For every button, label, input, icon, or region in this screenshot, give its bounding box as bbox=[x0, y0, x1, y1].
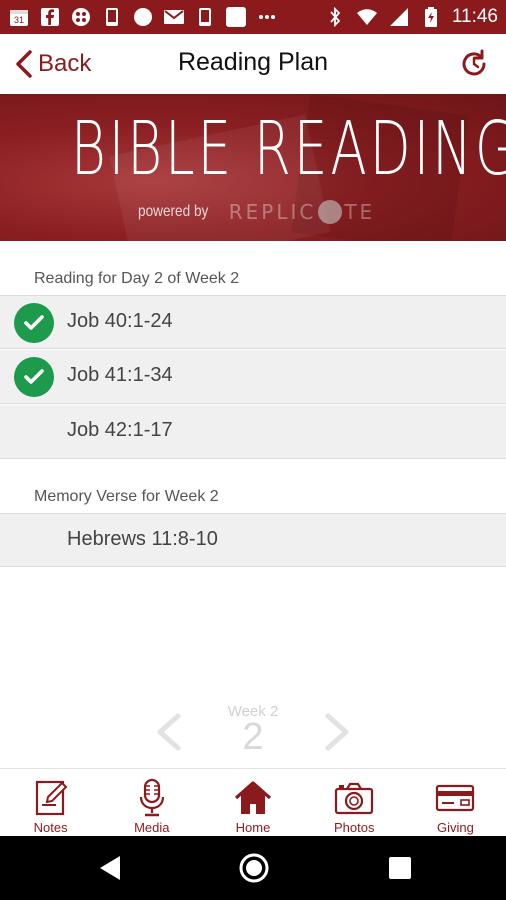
reading-item-label: Job 42:1-17 bbox=[67, 419, 173, 441]
tab-notes-label: Notes bbox=[33, 820, 68, 835]
banner-title: BIBLE READING bbox=[70, 106, 506, 192]
notes-icon bbox=[31, 778, 71, 818]
status-time: 11:46 bbox=[451, 6, 498, 27]
powered-by-replicate: powered by REPLIC TE bbox=[138, 200, 375, 224]
app-screen: 31 11:46 Back Reading Plan BIBLE READING… bbox=[0, 0, 506, 900]
reading-item[interactable]: Job 41:1-34 bbox=[0, 350, 506, 404]
battery-icon bbox=[420, 6, 442, 28]
more-icon bbox=[256, 6, 278, 28]
status-bar: 31 11:46 bbox=[0, 0, 506, 34]
memory-verse-label: Hebrews 11:8-10 bbox=[67, 528, 218, 550]
reading-section-header: Reading for Day 2 of Week 2 bbox=[34, 270, 240, 287]
home-icon bbox=[233, 778, 273, 818]
replicate-a-mark bbox=[318, 200, 343, 224]
system-icons: 11:46 bbox=[324, 6, 498, 28]
tab-home-label: Home bbox=[235, 820, 271, 835]
tab-media-label: Media bbox=[134, 820, 170, 835]
reading-item[interactable]: Job 40:1-24 bbox=[0, 295, 506, 349]
nav-home-button[interactable] bbox=[238, 852, 270, 884]
square-icon bbox=[225, 6, 247, 28]
replicate-text-end: TE bbox=[344, 200, 376, 224]
facebook-icon bbox=[39, 6, 61, 28]
phone-icon bbox=[101, 6, 123, 28]
tab-photos[interactable]: Photos bbox=[304, 769, 405, 836]
reading-item[interactable]: Job 42:1-17 bbox=[0, 405, 506, 459]
checkmark-icon bbox=[14, 357, 54, 397]
refresh-icon bbox=[462, 49, 486, 76]
refresh-button[interactable] bbox=[458, 48, 490, 80]
chevron-left-icon bbox=[157, 713, 181, 751]
tab-giving-label: Giving bbox=[436, 820, 474, 835]
page-title: Reading Plan bbox=[177, 48, 329, 76]
triangle-back-icon bbox=[100, 856, 120, 880]
system-nav-bar bbox=[0, 836, 506, 900]
credit-card-icon bbox=[435, 778, 475, 818]
mail-icon bbox=[163, 6, 185, 28]
memory-verse-item[interactable]: Hebrews 11:8-10 bbox=[0, 513, 506, 567]
app-icon bbox=[70, 6, 92, 28]
circle-icon bbox=[132, 6, 154, 28]
wifi-icon bbox=[356, 6, 378, 28]
app-header: Back Reading Plan bbox=[0, 34, 506, 94]
replicate-text-start: REPLIC bbox=[228, 200, 317, 224]
tab-photos-label: Photos bbox=[333, 820, 375, 835]
svg-text:31: 31 bbox=[14, 15, 24, 25]
bible-reading-banner: BIBLE READING powered by REPLIC TE bbox=[0, 94, 506, 241]
circle-home-icon bbox=[239, 853, 269, 883]
nav-back-button[interactable] bbox=[96, 854, 124, 882]
tab-home[interactable]: Home bbox=[202, 769, 303, 836]
chevron-right-icon bbox=[325, 713, 349, 751]
previous-week-button[interactable] bbox=[150, 710, 186, 754]
camera-icon bbox=[334, 778, 374, 818]
tab-notes[interactable]: Notes bbox=[0, 769, 101, 836]
tab-media[interactable]: Media bbox=[101, 769, 202, 836]
nav-recent-apps-button[interactable] bbox=[389, 857, 411, 879]
bluetooth-icon bbox=[324, 6, 346, 28]
tab-giving[interactable]: Giving bbox=[405, 769, 506, 836]
replicate-logo: REPLIC TE bbox=[229, 200, 375, 224]
phone-icon bbox=[194, 6, 216, 28]
memory-section-header: Memory Verse for Week 2 bbox=[34, 488, 219, 505]
week-number: 2 bbox=[242, 716, 264, 758]
microphone-icon bbox=[132, 778, 172, 818]
calendar-icon: 31 bbox=[8, 6, 30, 28]
bottom-tab-bar: Notes Media Home Photos Giving bbox=[0, 768, 506, 836]
reading-item-label: Job 40:1-24 bbox=[67, 310, 173, 332]
powered-by-label: powered by bbox=[138, 203, 209, 220]
next-week-button[interactable] bbox=[320, 710, 356, 754]
reading-item-label: Job 41:1-34 bbox=[67, 364, 173, 386]
signal-icon bbox=[388, 6, 410, 28]
notification-icons: 31 bbox=[8, 6, 278, 28]
checkmark-icon bbox=[14, 303, 54, 343]
